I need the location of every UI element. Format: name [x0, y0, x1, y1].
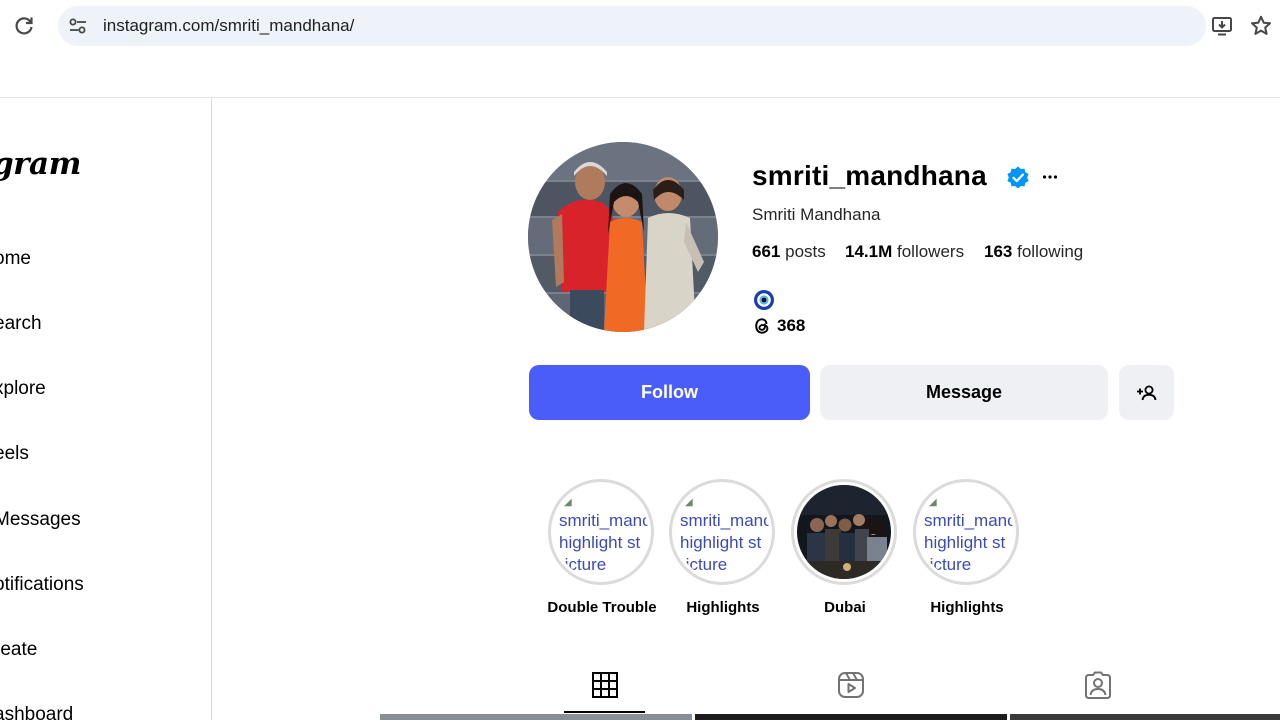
- highlight-cover: ◢ smriti_manc highlight st ·icture: [669, 479, 775, 585]
- address-bar[interactable]: instagram.com/smriti_mandhana/: [58, 6, 1206, 46]
- star-icon[interactable]: [1249, 14, 1273, 38]
- highlight-label: Highlights: [930, 599, 1004, 616]
- followers-label: followers: [896, 242, 965, 261]
- nazar-amulet-icon: [754, 290, 774, 310]
- highlight-alt-text: smriti_manc highlight st ·icture: [559, 511, 648, 574]
- sidebar-item-reels[interactable]: eels: [0, 443, 29, 465]
- follow-button[interactable]: Follow: [529, 365, 810, 420]
- sidebar-item-search[interactable]: earch: [0, 313, 42, 335]
- profile-avatar[interactable]: [528, 142, 718, 332]
- highlight-image-broken: ◢ smriti_manc highlight st ·icture: [554, 485, 648, 579]
- add-person-icon: [1136, 385, 1156, 400]
- highlight-image-broken: ◢ smriti_manc highlight st ·icture: [919, 485, 1013, 579]
- active-tab-indicator: [564, 711, 645, 713]
- followers-link[interactable]: 14.1M followers: [845, 242, 964, 262]
- site-settings-icon[interactable]: [67, 15, 89, 37]
- message-button[interactable]: Message: [820, 365, 1108, 420]
- following-label: following: [1017, 242, 1084, 261]
- broken-image-icon: ◢: [685, 497, 693, 508]
- profile-full-name: Smriti Mandhana: [752, 205, 881, 224]
- broken-image-icon: ◢: [564, 497, 572, 508]
- sidebar-item-notifications[interactable]: otifications: [0, 574, 84, 596]
- reload-icon[interactable]: [12, 14, 36, 38]
- browser-toolbar: instagram.com/smriti_mandhana/: [0, 0, 1280, 52]
- sidebar-item-home[interactable]: ome: [0, 248, 31, 270]
- post-thumbnail[interactable]: [380, 714, 692, 720]
- threads-icon: [755, 318, 769, 334]
- sidebar-item-messages[interactable]: Messages: [0, 509, 81, 531]
- ellipsis-icon: [1042, 175, 1058, 179]
- posts-value: 661: [752, 242, 781, 261]
- url-text[interactable]: instagram.com/smriti_mandhana/: [103, 16, 354, 36]
- posts-count: 661 posts: [752, 242, 826, 262]
- sidebar-item-create[interactable]: reate: [0, 639, 37, 661]
- more-options-button[interactable]: [1036, 165, 1064, 189]
- verified-badge-icon: [1007, 166, 1029, 189]
- sidebar-item-dashboard[interactable]: ashboard: [0, 704, 73, 720]
- posts-label: posts: [785, 242, 826, 261]
- sidebar: gram ome earch xplore eels Messages otif…: [0, 98, 212, 720]
- profile-photo: [528, 142, 718, 332]
- highlight-alt-text: smriti_manc highlight st ·icture: [924, 511, 1013, 574]
- broken-image-icon: ◢: [929, 497, 937, 508]
- profile-username: smriti_mandhana: [752, 160, 987, 191]
- following-link[interactable]: 163 following: [984, 242, 1083, 262]
- tab-posts-grid-icon[interactable]: [590, 670, 620, 700]
- post-thumbnail[interactable]: [1010, 714, 1280, 720]
- followers-value: 14.1M: [845, 242, 893, 261]
- threads-link[interactable]: 368: [752, 315, 805, 337]
- highlight-cover: ◢ smriti_manc highlight st ·icture: [548, 479, 654, 585]
- install-app-icon[interactable]: [1210, 14, 1234, 38]
- following-value: 163: [984, 242, 1013, 261]
- suggested-accounts-button[interactable]: [1119, 365, 1174, 420]
- highlight-photo: [797, 485, 891, 579]
- highlight-cover: [791, 479, 897, 585]
- highlight-alt-text: smriti_manc highlight st ·icture: [680, 511, 769, 574]
- highlight-cover: ◢ smriti_manc highlight st ·icture: [913, 479, 1019, 585]
- post-thumbnail[interactable]: [695, 714, 1007, 720]
- tab-tagged-icon[interactable]: [1083, 670, 1113, 700]
- highlight-image-broken: ◢ smriti_manc highlight st ·icture: [675, 485, 769, 579]
- threads-count: 368: [777, 316, 806, 335]
- dubai-highlight-photo: [797, 485, 891, 579]
- instagram-logo[interactable]: gram: [0, 146, 81, 182]
- sidebar-item-explore[interactable]: xplore: [0, 378, 46, 400]
- tab-reels-icon[interactable]: [836, 670, 866, 700]
